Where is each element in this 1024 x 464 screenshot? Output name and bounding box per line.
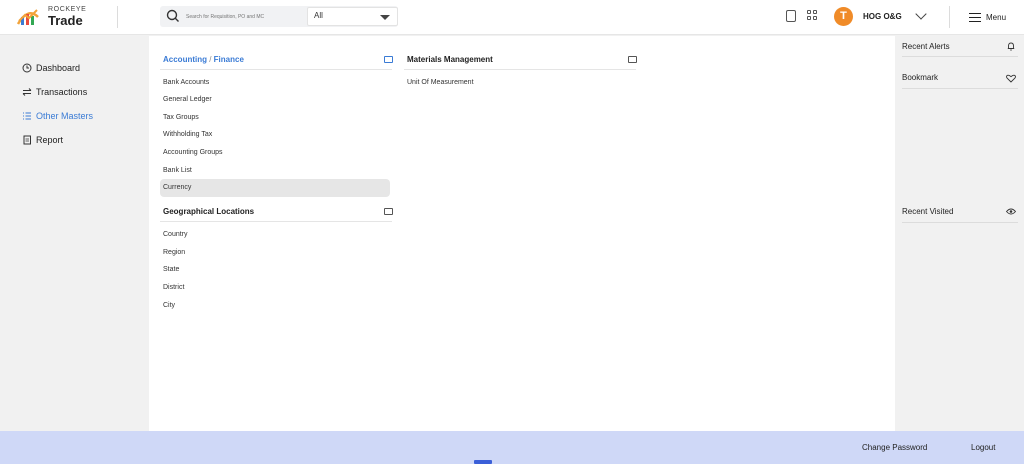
section-title-materials-management: Materials Management (407, 54, 493, 64)
master-link-unit-of-measurement[interactable]: Unit Of Measurement (407, 79, 474, 86)
section-title-part: Finance (213, 54, 244, 64)
sidebar-item-label: Other Masters (36, 111, 94, 121)
master-link-district[interactable]: District (163, 284, 184, 291)
sidebar-item-label: Dashboard (36, 63, 81, 73)
clock-icon (22, 63, 32, 73)
sidebar-item-label: Transactions (36, 87, 88, 97)
organization-name[interactable]: HOG O&G (863, 12, 902, 21)
section-divider (902, 88, 1018, 89)
heart-icon[interactable] (1006, 74, 1016, 83)
search-input[interactable] (186, 10, 291, 23)
logo-small-text: ROCKEYE (48, 6, 87, 13)
sidebar-item-other-masters[interactable]: Other Masters (22, 110, 93, 122)
bookmark-title: Bookmark (902, 73, 939, 82)
section-divider (902, 56, 1018, 57)
list-icon (23, 112, 31, 120)
master-link-state[interactable]: State (163, 266, 179, 273)
top-bar: ROCKEYE Trade All T HOG O&G Menu (0, 0, 1024, 35)
search-scope-select[interactable]: All (307, 7, 398, 26)
sidebar: Dashboard Transactions Other Masters Rep… (0, 36, 149, 431)
sidebar-item-dashboard[interactable]: Dashboard (22, 62, 80, 74)
master-link-bank-accounts[interactable]: Bank Accounts (163, 79, 209, 86)
logo-product-name: Trade (48, 13, 83, 28)
masters-panel (149, 36, 895, 431)
master-link-currency[interactable]: Currency (163, 184, 191, 191)
avatar[interactable]: T (834, 7, 853, 26)
logout-link[interactable]: Logout (971, 443, 995, 452)
selected-item-highlight (160, 179, 390, 197)
hamburger-icon (969, 12, 981, 22)
menu-button[interactable]: Menu (969, 11, 1006, 23)
search-icon[interactable] (166, 9, 180, 23)
footer-bar: Change Password Logout (0, 431, 1024, 464)
sidebar-item-report[interactable]: Report (22, 134, 63, 146)
document-icon (23, 135, 31, 145)
sidebar-item-transactions[interactable]: Transactions (22, 86, 87, 98)
footer-handle[interactable] (474, 460, 492, 464)
chevron-down-icon[interactable] (915, 8, 927, 20)
master-link-city[interactable]: City (163, 302, 175, 309)
section-divider (160, 69, 392, 70)
ticket-icon[interactable] (628, 56, 637, 63)
section-title-separator: / (207, 54, 214, 64)
search-scope-value: All (314, 11, 323, 20)
recent-alerts-title: Recent Alerts (902, 42, 950, 51)
recent-visited-title: Recent Visited (902, 207, 954, 216)
change-password-link[interactable]: Change Password (862, 443, 927, 452)
bookmark-icon[interactable] (786, 10, 796, 22)
apps-grid-icon[interactable] (807, 10, 818, 21)
eye-icon[interactable] (1006, 208, 1016, 215)
right-panel: Recent Alerts Bookmark Recent Visited (895, 36, 1024, 431)
section-divider (902, 222, 1018, 223)
divider (949, 6, 950, 28)
section-title-part: Accounting (163, 54, 207, 64)
rockeye-logo-icon (16, 8, 39, 25)
master-link-region[interactable]: Region (163, 249, 185, 256)
master-link-country[interactable]: Country (163, 231, 188, 238)
ticket-icon[interactable] (384, 208, 393, 215)
app-logo[interactable]: ROCKEYE Trade (16, 6, 86, 27)
section-divider (404, 69, 636, 70)
transfer-icon (22, 88, 32, 96)
sidebar-item-label: Report (36, 135, 64, 145)
divider (117, 6, 118, 28)
ticket-icon[interactable] (384, 56, 393, 63)
bell-icon[interactable] (1007, 42, 1015, 51)
master-link-general-ledger[interactable]: General Ledger (163, 96, 212, 103)
master-link-tax-groups[interactable]: Tax Groups (163, 114, 199, 121)
section-divider (160, 221, 392, 222)
master-link-accounting-groups[interactable]: Accounting Groups (163, 149, 223, 156)
section-title-geographical-locations: Geographical Locations (163, 206, 255, 216)
master-link-withholding-tax[interactable]: Withholding Tax (163, 131, 212, 138)
caret-down-icon (380, 15, 390, 20)
master-link-bank-list[interactable]: Bank List (163, 167, 192, 174)
section-title-accounting-finance: Accounting / Finance (163, 52, 244, 66)
menu-label: Menu (986, 12, 1007, 22)
